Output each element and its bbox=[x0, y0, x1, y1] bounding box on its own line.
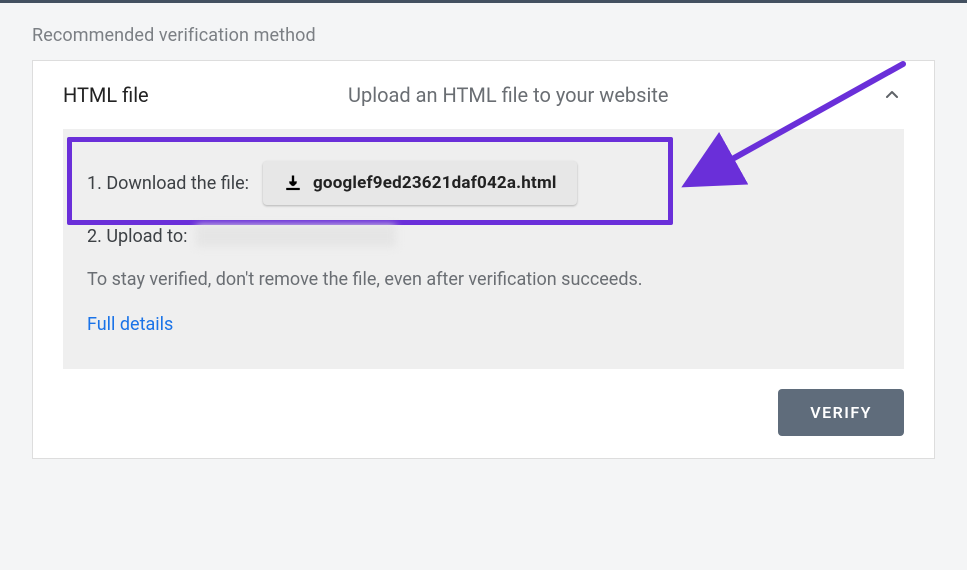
full-details-link[interactable]: Full details bbox=[87, 314, 173, 335]
card-title: HTML file bbox=[63, 83, 348, 107]
verification-card: HTML file Upload an HTML file to your we… bbox=[32, 60, 935, 459]
step-1-label: 1. Download the file: bbox=[87, 173, 249, 194]
download-filename-label: googlef9ed23621daf042a.html bbox=[313, 173, 557, 193]
verification-info-text: To stay verified, don't remove the file,… bbox=[87, 269, 880, 290]
verify-button[interactable]: VERIFY bbox=[778, 389, 904, 436]
card-header[interactable]: HTML file Upload an HTML file to your we… bbox=[33, 61, 934, 129]
content-box: 1. Download the file: googlef9ed23621daf… bbox=[63, 129, 904, 369]
page-header-title: Recommended verification method bbox=[0, 3, 967, 60]
chevron-up-icon[interactable] bbox=[880, 83, 904, 107]
download-file-button[interactable]: googlef9ed23621daf042a.html bbox=[263, 161, 577, 205]
step-2-row: 2. Upload to: bbox=[87, 225, 880, 247]
download-icon bbox=[283, 173, 303, 193]
card-subtitle: Upload an HTML file to your website bbox=[348, 83, 880, 107]
step-2-label: 2. Upload to: bbox=[87, 226, 188, 247]
card-footer: VERIFY bbox=[33, 369, 934, 458]
upload-target-redacted bbox=[196, 225, 396, 247]
step-1-row: 1. Download the file: googlef9ed23621daf… bbox=[87, 161, 880, 205]
